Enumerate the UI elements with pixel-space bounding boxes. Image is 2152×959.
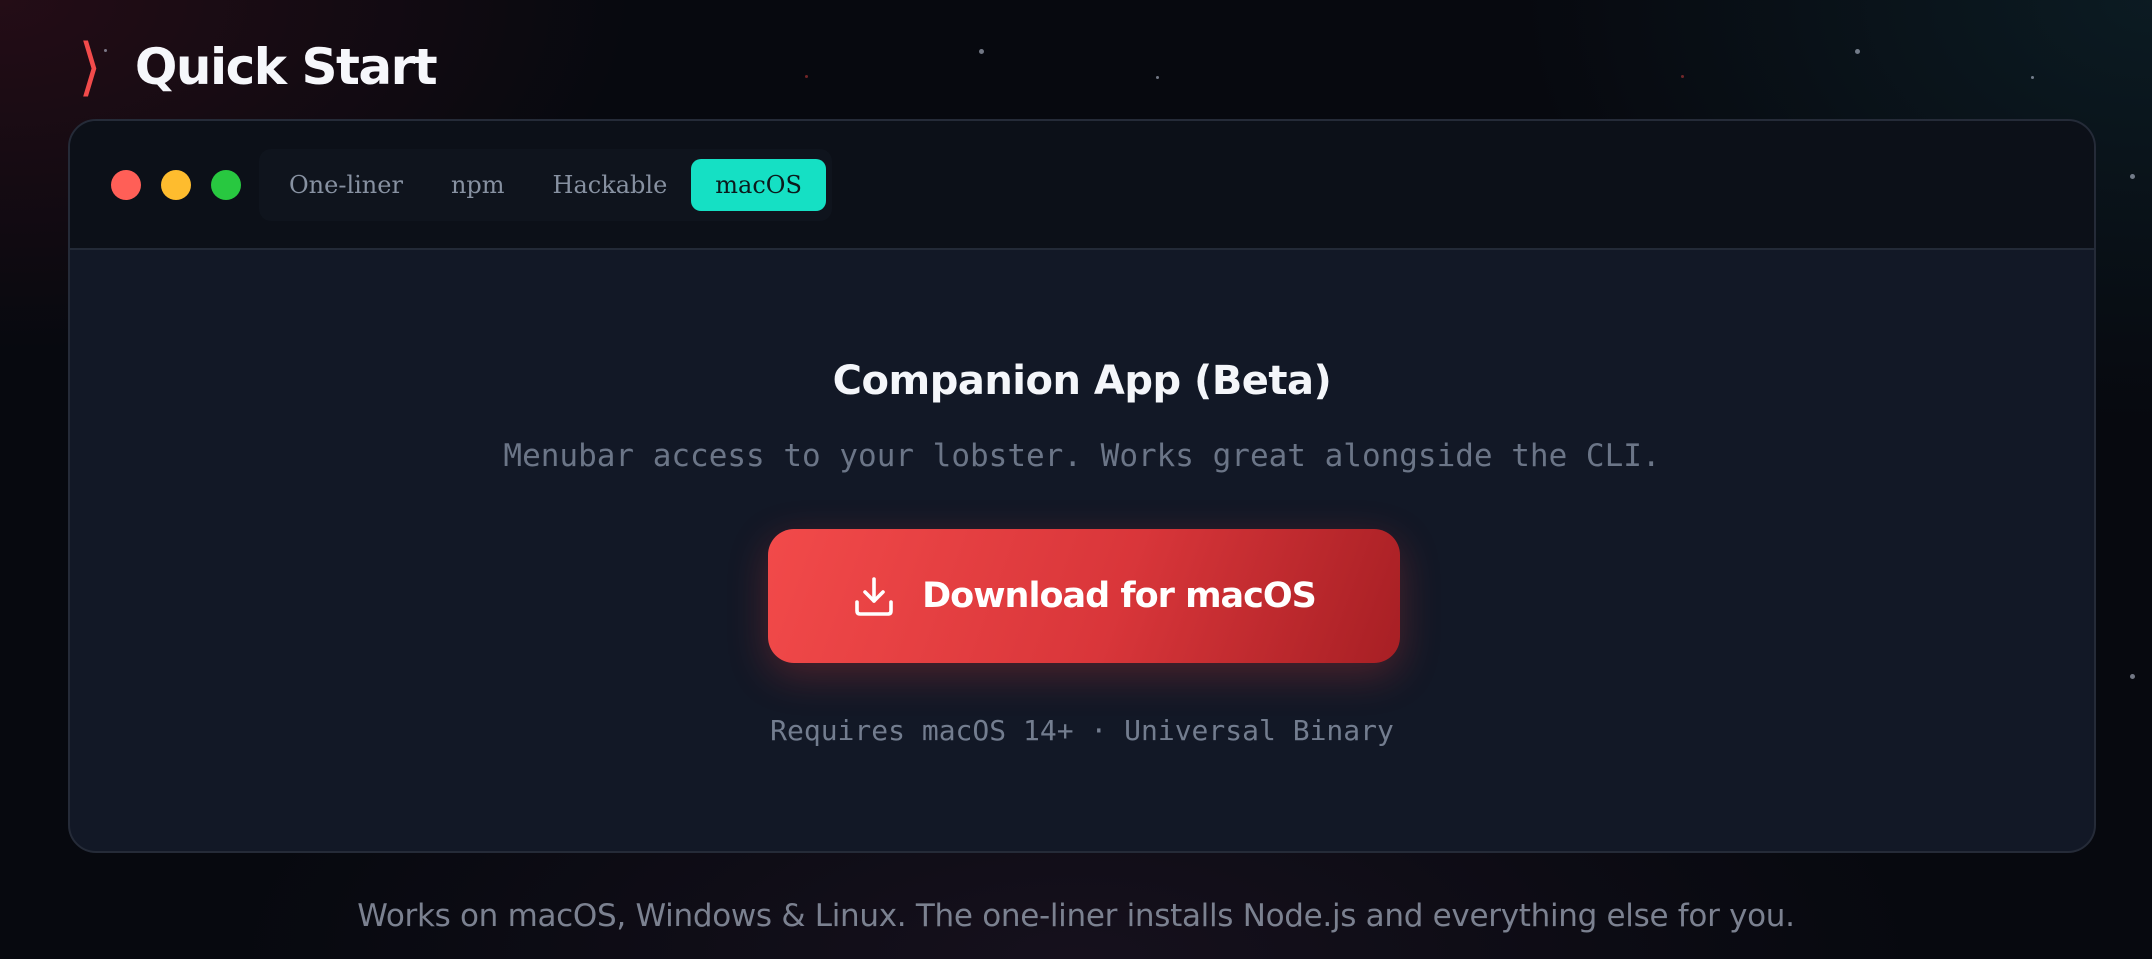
system-requirements: Requires macOS 14+ · Universal Binary <box>770 714 1394 747</box>
maximize-window-dot <box>211 169 241 200</box>
background-star <box>2031 76 2034 79</box>
tab-one-liner[interactable]: One-liner <box>265 159 427 211</box>
download-button-label: Download for macOS <box>922 576 1317 616</box>
companion-app-title: Companion App (Beta) <box>832 358 1332 404</box>
platform-note: Works on macOS, Windows & Linux. The one… <box>357 898 1795 934</box>
terminal-window: One-liner npm Hackable macOS Companion A… <box>68 119 2096 853</box>
background-star <box>1855 49 1860 54</box>
background-star <box>2130 174 2135 179</box>
background-star <box>1156 76 1159 79</box>
download-icon <box>855 577 893 616</box>
close-window-dot <box>111 169 141 200</box>
tab-npm[interactable]: npm <box>427 159 529 211</box>
tab-macos[interactable]: macOS <box>691 158 826 211</box>
chevron-right-icon: ❭ <box>75 32 104 97</box>
install-method-tabs: One-liner npm Hackable macOS <box>259 148 832 221</box>
background-star <box>1681 75 1684 78</box>
section-header: ❭ Quick Start <box>66 32 438 97</box>
companion-app-subtitle: Menubar access to your lobster. Works gr… <box>503 438 1661 474</box>
section-title: Quick Start <box>134 38 438 96</box>
download-macos-button[interactable]: Download for macOS <box>768 529 1400 663</box>
background-star <box>979 49 984 54</box>
tab-hackable[interactable]: Hackable <box>529 159 692 211</box>
terminal-body: Companion App (Beta) Menubar access to y… <box>70 250 2094 851</box>
background-star <box>2130 674 2135 679</box>
terminal-header: One-liner npm Hackable macOS <box>70 121 2094 250</box>
minimize-window-dot <box>161 169 191 200</box>
background-star <box>805 75 808 78</box>
